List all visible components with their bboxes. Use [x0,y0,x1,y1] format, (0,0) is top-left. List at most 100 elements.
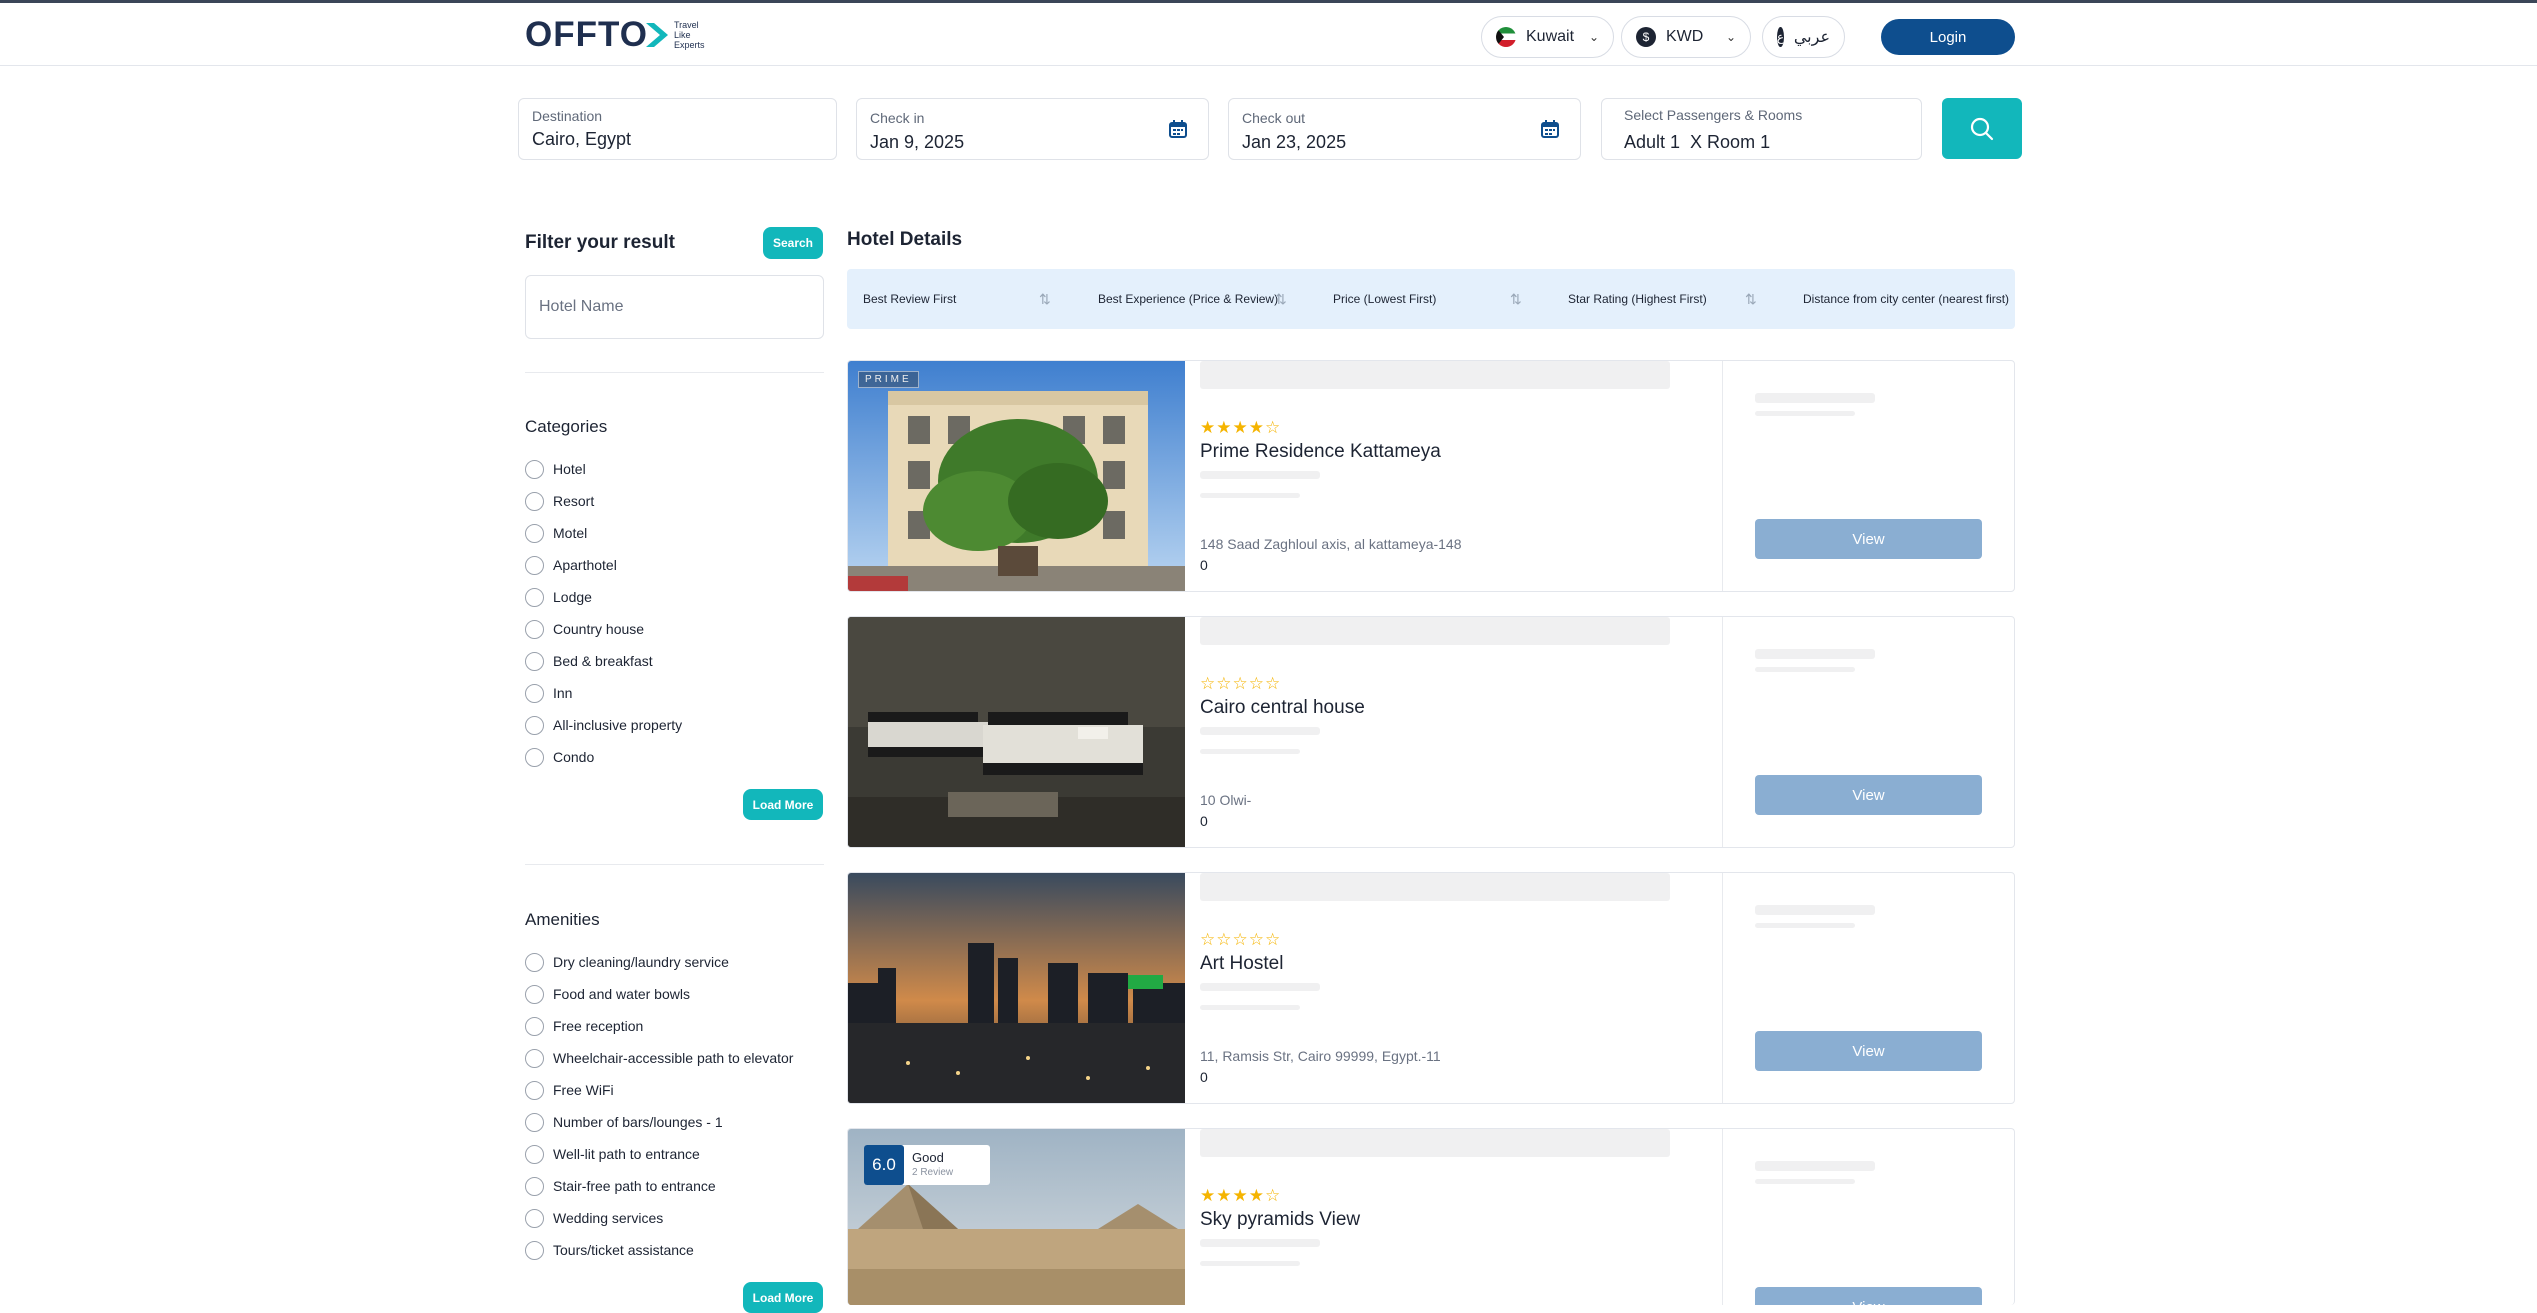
checkbox[interactable] [525,683,544,703]
hotel-name[interactable]: Art Hostel [1200,953,1283,975]
language-switch[interactable]: ع عربي [1762,16,1845,58]
category-label: Resort [553,493,595,509]
checkbox[interactable] [525,459,544,479]
hotel-photo[interactable]: PRIME [848,361,1185,591]
view-button[interactable]: View [1755,519,1982,559]
category-lodge[interactable]: Lodge [525,586,592,608]
hotel-name[interactable]: Cairo central house [1200,697,1365,719]
sort-distance[interactable]: Distance from city center (nearest first… [1803,269,2009,329]
amenity-free-reception[interactable]: Free reception [525,1015,643,1037]
hotel-name[interactable]: Sky pyramids View [1200,1209,1360,1231]
site-header: OFFTO Travel Like Experts Kuwait ⌄ $ KWD… [0,3,2537,66]
checkbox[interactable] [525,523,544,543]
category-hotel[interactable]: Hotel [525,458,586,480]
amenity-label: Well-lit path to entrance [553,1146,700,1162]
category-label: Bed & breakfast [553,653,653,669]
category-label: Lodge [553,589,592,605]
hotel-name-input[interactable] [525,275,824,339]
divider [525,372,824,373]
category-motel[interactable]: Motel [525,522,587,544]
loading-placeholder [1200,983,1320,991]
amenity-wedding-services[interactable]: Wedding services [525,1207,663,1229]
sort-arrows-icon[interactable]: ⇅ [1745,291,1757,308]
calendar-icon[interactable] [1540,119,1560,139]
sort-star-rating[interactable]: Star Rating (Highest First) [1568,269,1707,329]
category-country-house[interactable]: Country house [525,618,644,640]
passengers-value: Adult 1 X Room 1 [1624,132,1771,152]
checkbox[interactable] [525,1208,544,1228]
categories-load-more-button[interactable]: Load More [743,789,823,820]
loading-placeholder [1200,727,1320,735]
category-bed-breakfast[interactable]: Bed & breakfast [525,650,653,672]
destination-field[interactable]: Destination Cairo, Egypt [518,98,837,160]
calendar-icon[interactable] [1168,119,1188,139]
checkin-field[interactable]: Check in Jan 9, 2025 [856,98,1209,160]
amenity-food-water-bowls[interactable]: Food and water bowls [525,983,690,1005]
checkbox[interactable] [525,1048,544,1068]
login-button[interactable]: Login [1881,19,2015,55]
amenities-load-more-button[interactable]: Load More [743,1282,823,1313]
checkbox[interactable] [525,715,544,735]
loading-placeholder [1755,923,1855,928]
card-divider [1722,361,1723,591]
hotel-card: ☆☆☆☆☆ Art Hostel 11, Ramsis Str, Cairo 9… [847,872,2015,1104]
country-selector[interactable]: Kuwait ⌄ [1481,16,1614,58]
sort-price-lowest[interactable]: Price (Lowest First) [1333,269,1436,329]
sort-arrows-icon[interactable]: ⇅ [1275,291,1287,308]
category-inn[interactable]: Inn [525,682,572,704]
category-aparthotel[interactable]: Aparthotel [525,554,617,576]
currency-selector[interactable]: $ KWD ⌄ [1621,16,1751,58]
checkbox[interactable] [525,952,544,972]
view-button[interactable]: View [1755,775,1982,815]
category-condo[interactable]: Condo [525,746,594,768]
filter-search-button[interactable]: Search [763,227,823,259]
checkbox[interactable] [525,651,544,671]
hotel-photo[interactable] [848,873,1185,1103]
categories-title: Categories [525,417,608,436]
loading-placeholder [1200,749,1300,754]
search-button[interactable] [1942,98,2022,159]
hotel-name[interactable]: Prime Residence Kattameya [1200,441,1441,463]
passengers-rooms-field[interactable]: Select Passengers & Rooms Adult 1 X Room… [1601,98,1922,160]
category-label: Aparthotel [553,557,617,573]
sort-arrows-icon[interactable]: ⇅ [1039,291,1051,308]
hotel-photo[interactable] [848,617,1185,847]
category-label: All-inclusive property [553,717,683,733]
category-label: Inn [553,685,573,701]
offto-logo[interactable]: OFFTO Travel Like Experts [525,15,704,54]
sort-arrows-icon[interactable]: ⇅ [1510,291,1522,308]
category-all-inclusive[interactable]: All-inclusive property [525,714,682,736]
sort-best-experience[interactable]: Best Experience (Price & Review) [1098,269,1278,329]
hotel-card: PRIME ★★★★☆ Prime Residence Kattameya 14… [847,360,2015,592]
amenity-bars-lounges[interactable]: Number of bars/lounges - 1 [525,1111,723,1133]
checkbox[interactable] [525,1112,544,1132]
checkbox[interactable] [525,1176,544,1196]
amenity-free-wifi[interactable]: Free WiFi [525,1079,614,1101]
amenity-wheelchair-elevator[interactable]: Wheelchair-accessible path to elevator [525,1047,793,1069]
checkbox[interactable] [525,984,544,1004]
checkbox[interactable] [525,587,544,607]
checkbox[interactable] [525,1016,544,1036]
checkbox[interactable] [525,1144,544,1164]
sort-best-review[interactable]: Best Review First [863,269,956,329]
checkbox[interactable] [525,491,544,511]
checkbox[interactable] [525,747,544,767]
view-button[interactable]: View [1755,1031,1982,1071]
loading-placeholder [1755,649,1875,659]
logo-arrow-icon [645,23,668,47]
checkbox[interactable] [525,619,544,639]
checkbox[interactable] [525,555,544,575]
checkbox[interactable] [525,1080,544,1100]
checkbox[interactable] [525,1240,544,1260]
amenity-stair-free-path[interactable]: Stair-free path to entrance [525,1175,716,1197]
card-divider [1722,617,1723,847]
view-button[interactable]: View [1755,1287,1982,1305]
amenity-dry-cleaning[interactable]: Dry cleaning/laundry service [525,951,729,973]
checkout-field[interactable]: Check out Jan 23, 2025 [1228,98,1581,160]
category-resort[interactable]: Resort [525,490,594,512]
star-rating: ★★★★☆ [1200,418,1282,437]
hotel-photo[interactable]: 6.0 Good 2 Review [848,1129,1185,1305]
amenity-tours-tickets[interactable]: Tours/ticket assistance [525,1239,694,1261]
hotel-value: 0 [1200,813,1208,829]
amenity-well-lit-path[interactable]: Well-lit path to entrance [525,1143,700,1165]
